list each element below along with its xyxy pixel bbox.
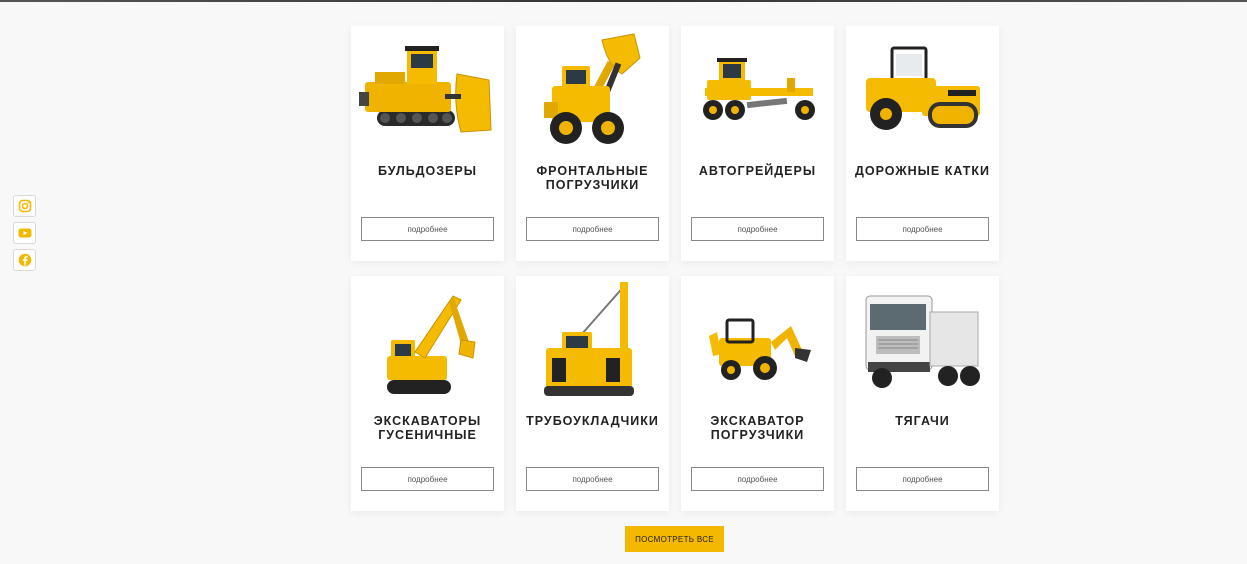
equipment-card-tractor-trucks[interactable]: ТЯГАЧИ подробнее bbox=[846, 276, 999, 511]
card-title: БУЛЬДОЗЕРЫ bbox=[378, 164, 477, 178]
card-title: ФРОНТАЛЬНЫЕ ПОГРУЗЧИКИ bbox=[536, 164, 649, 192]
facebook-link[interactable] bbox=[13, 249, 36, 271]
equipment-card-bulldozers[interactable]: БУЛЬДОЗЕРЫ подробнее bbox=[351, 26, 504, 261]
backhoe-loader-image bbox=[687, 282, 828, 400]
details-button[interactable]: подробнее bbox=[691, 217, 824, 241]
equipment-card-road-rollers[interactable]: ДОРОЖНЫЕ КАТКИ подробнее bbox=[846, 26, 999, 261]
pipelayer-image bbox=[522, 282, 663, 400]
equipment-card-backhoe-loaders[interactable]: ЭКСКАВАТОР ПОГРУЗЧИКИ подробнее bbox=[681, 276, 834, 511]
equipment-card-wheel-loaders[interactable]: ФРОНТАЛЬНЫЕ ПОГРУЗЧИКИ подробнее bbox=[516, 26, 669, 261]
top-divider bbox=[0, 0, 1247, 2]
instagram-icon bbox=[18, 199, 31, 213]
card-title: ЭКСКАВАТОРЫ ГУСЕНИЧНЫЕ bbox=[373, 414, 482, 442]
youtube-link[interactable] bbox=[13, 222, 36, 244]
view-all-button[interactable]: ПОСМОТРЕТЬ ВСЕ bbox=[625, 526, 724, 552]
equipment-card-motor-graders[interactable]: АВТОГРЕЙДЕРЫ подробнее bbox=[681, 26, 834, 261]
equipment-grid: БУЛЬДОЗЕРЫ подробнее ФРОНТАЛЬНЫЕ ПОГРУЗЧИ… bbox=[351, 26, 999, 511]
crawler-excavator-image bbox=[357, 282, 498, 400]
motor-grader-image bbox=[687, 32, 828, 150]
details-button[interactable]: подробнее bbox=[361, 217, 494, 241]
card-title: ЭКСКАВАТОР ПОГРУЗЧИКИ bbox=[710, 414, 805, 442]
bulldozer-image bbox=[357, 32, 498, 150]
details-button[interactable]: подробнее bbox=[361, 467, 494, 491]
card-title: АВТОГРЕЙДЕРЫ bbox=[698, 164, 817, 178]
wheel-loader-image bbox=[522, 32, 663, 150]
details-button[interactable]: подробнее bbox=[691, 467, 824, 491]
tractor-truck-image bbox=[852, 282, 993, 400]
details-button[interactable]: подробнее bbox=[526, 217, 659, 241]
equipment-card-crawler-excavators[interactable]: ЭКСКАВАТОРЫ ГУСЕНИЧНЫЕ подробнее bbox=[351, 276, 504, 511]
road-roller-image bbox=[852, 32, 993, 150]
card-title: ДОРОЖНЫЕ КАТКИ bbox=[854, 164, 990, 178]
details-button[interactable]: подробнее bbox=[526, 467, 659, 491]
facebook-icon bbox=[18, 253, 31, 267]
instagram-link[interactable] bbox=[13, 195, 36, 217]
details-button[interactable]: подробнее bbox=[856, 467, 989, 491]
social-links bbox=[13, 195, 36, 271]
youtube-icon bbox=[18, 228, 31, 238]
card-title: ТЯГАЧИ bbox=[895, 414, 950, 428]
equipment-card-pipelayers[interactable]: ТРУБОУКЛАДЧИКИ подробнее bbox=[516, 276, 669, 511]
details-button[interactable]: подробнее bbox=[856, 217, 989, 241]
card-title: ТРУБОУКЛАДЧИКИ bbox=[526, 414, 659, 428]
